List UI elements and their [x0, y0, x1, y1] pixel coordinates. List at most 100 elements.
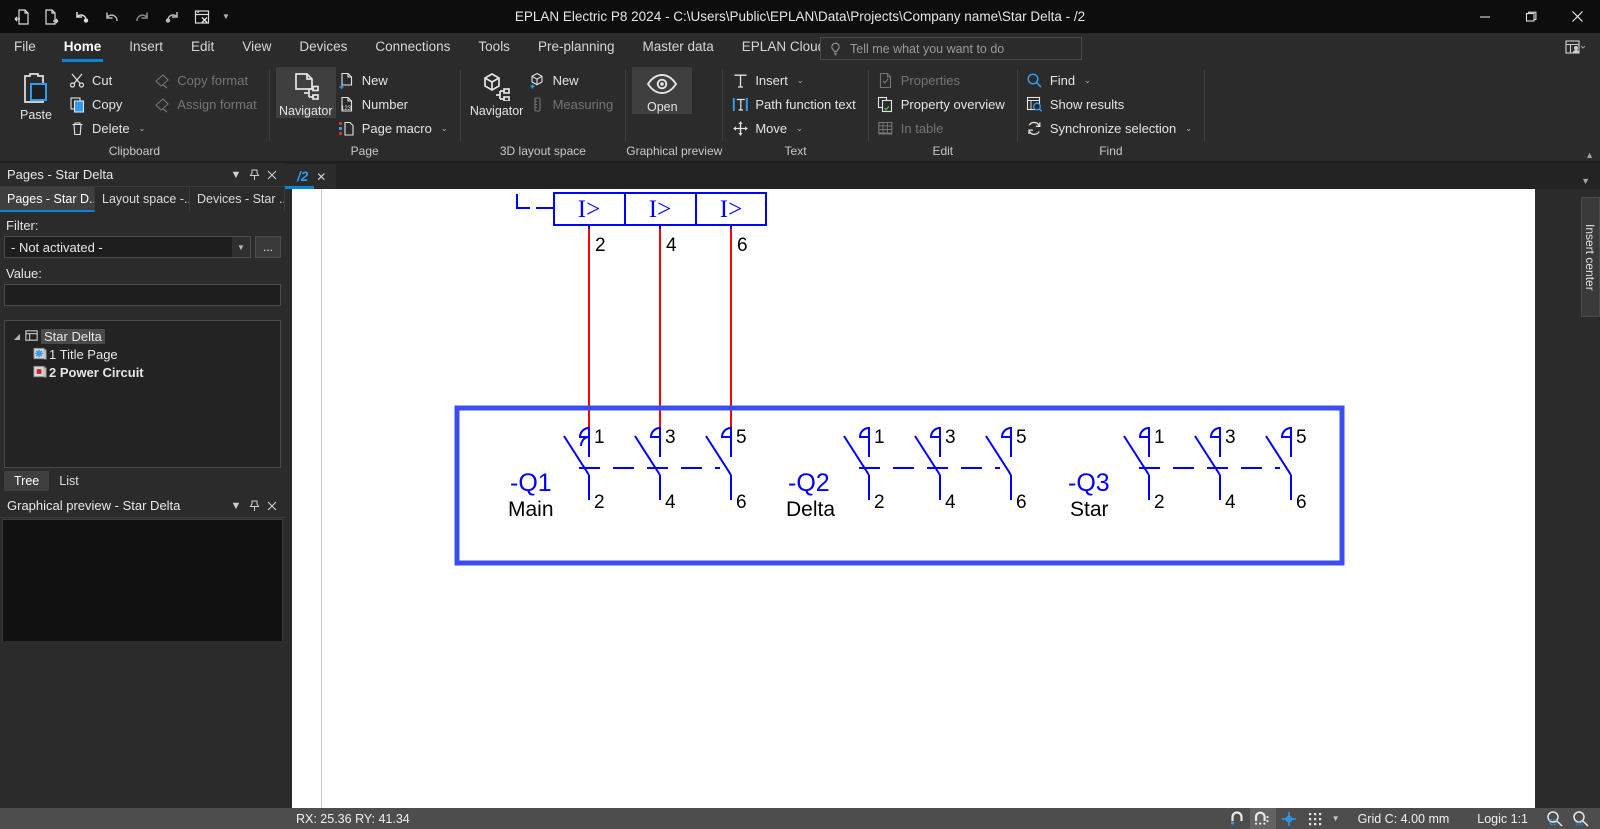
grid-caret-icon[interactable]: ▼ — [1328, 808, 1344, 829]
chevron-down-icon[interactable]: ⌄ — [139, 124, 146, 133]
ribbon-item-delete[interactable]: Delete ⌄ — [66, 117, 151, 139]
dock-tab-1[interactable]: Layout space -... — [95, 187, 191, 212]
ribbon-item-insert[interactable]: Insert ⌄ — [729, 69, 861, 91]
ribbon-item-label: Properties — [900, 72, 961, 88]
redo-icon[interactable] — [158, 4, 186, 30]
chevron-down-icon[interactable]: ⌄ — [441, 124, 448, 133]
ribbon-item-copy[interactable]: Copy — [66, 93, 151, 115]
maximize-button[interactable] — [1508, 0, 1554, 33]
chevron-down-icon[interactable]: ⌄ — [797, 76, 804, 85]
preview-menu-icon[interactable]: ▼ — [227, 496, 245, 516]
ribbon-button-navigator-2[interactable]: Navigator — [467, 67, 527, 118]
ribbon-item-column: New 123 Number Page macro ⌄ — [336, 67, 454, 139]
chevron-down-icon[interactable]: ⌄ — [796, 124, 803, 133]
pin-icon[interactable] — [245, 165, 263, 185]
snap-magnet-icon[interactable] — [1224, 808, 1250, 829]
ribbon-item-properties: Properties — [875, 69, 1011, 91]
account-icon[interactable] — [1558, 36, 1592, 60]
panel-close-icon[interactable] — [263, 165, 281, 185]
window-controls — [1462, 0, 1600, 33]
ribbon-button-open-3[interactable]: Open — [632, 67, 693, 114]
filter-more-button[interactable]: ... — [255, 236, 281, 258]
undo-arrow-icon[interactable] — [98, 4, 126, 30]
quick-access-more-icon[interactable]: ▼ — [218, 4, 234, 30]
grid-dots-icon[interactable] — [1302, 808, 1328, 829]
snap-grid-magnet-icon[interactable] — [1249, 808, 1276, 829]
ribbon-item-property-overview[interactable]: Property overview — [875, 93, 1011, 115]
redo-arrow-icon[interactable] — [128, 4, 156, 30]
ribbon-button-navigator-1[interactable]: Navigator — [275, 67, 336, 118]
ribbon-button-label: Navigator — [469, 104, 524, 118]
eplan-application-window: ▼ EPLAN Electric P8 2024 - C:\Users\Publ… — [0, 0, 1600, 829]
close-button[interactable] — [1554, 0, 1600, 33]
ribbon-item-new[interactable]: New — [336, 69, 454, 91]
tree-item-1-title-page[interactable]: 1 Title Page — [5, 345, 280, 363]
path-function-text-icon — [731, 95, 749, 113]
tree-item-star-delta[interactable]: ◢ Star Delta — [5, 327, 280, 345]
ribbon-item-move[interactable]: Move ⌄ — [729, 117, 861, 139]
zoom-region-icon[interactable] — [1542, 808, 1568, 829]
document-tab[interactable]: /2 ✕ — [285, 164, 337, 189]
tree-view-tab-tree[interactable]: Tree — [4, 471, 50, 491]
new-page-icon — [338, 71, 356, 89]
ribbon-button-paste-0[interactable]: Paste — [6, 67, 66, 122]
tab-overflow-icon[interactable]: ▼ — [1581, 176, 1600, 189]
ribbon-item-page-macro[interactable]: Page macro ⌄ — [336, 117, 454, 139]
close-project-icon[interactable] — [38, 4, 66, 30]
ribbon-tab-devices[interactable]: Devices — [285, 33, 361, 63]
expand-arrow-icon[interactable]: ◢ — [11, 332, 23, 341]
search-input[interactable]: Tell me what you want to do — [820, 37, 1082, 60]
preview-pin-icon[interactable] — [245, 496, 263, 516]
overload-relay-symbol: I> I> I> 2 4 6 — [516, 192, 767, 256]
pages-panel-header: Pages - Star Delta ▼ — [0, 163, 285, 187]
ribbon-tab-file[interactable]: File — [0, 33, 50, 63]
ribbon-item-measuring: Measuring — [527, 93, 620, 115]
tree-view-tabs: Tree List — [4, 471, 89, 491]
dock-tab-2[interactable]: Devices - Star ... — [190, 187, 285, 212]
paste-icon — [19, 71, 53, 105]
ribbon-item-find[interactable]: Find ⌄ — [1024, 69, 1198, 91]
chevron-down-icon[interactable]: ⌄ — [1084, 76, 1091, 85]
insert-center-tab[interactable]: Insert center — [1581, 197, 1600, 317]
ribbon-tab-pre-planning[interactable]: Pre-planning — [524, 33, 629, 63]
svg-text:6: 6 — [1016, 492, 1027, 513]
ribbon-item-cut[interactable]: Cut — [66, 69, 151, 91]
zoom-100-icon[interactable]: 100 — [1568, 808, 1594, 829]
ribbon-tab-edit[interactable]: Edit — [177, 33, 228, 63]
dock-tab-0[interactable]: Pages - Star D... — [0, 187, 95, 212]
ribbon-collapse-icon[interactable]: ▲ — [1585, 150, 1594, 160]
ribbon-tab-bar: File Home Insert Edit View Devices Connections… — [0, 33, 1600, 63]
ribbon-item-in-table: In table — [875, 117, 1011, 139]
ribbon-button-label: Navigator — [279, 104, 333, 118]
value-input[interactable] — [4, 284, 281, 306]
schematic-canvas[interactable]: I> I> I> 2 4 6 -Q1 Main 1 2 3 4 5 6 -Q2 … — [292, 189, 1535, 808]
cursor-coordinates: RX: 25.36 RY: 41.34 — [296, 811, 410, 826]
chevron-down-icon[interactable]: ▼ — [232, 237, 250, 257]
undo-icon[interactable] — [68, 4, 96, 30]
ribbon-item-path-function-text[interactable]: Path function text — [729, 93, 861, 115]
ribbon-tab-insert[interactable]: Insert — [115, 33, 177, 63]
preview-close-icon[interactable] — [263, 496, 281, 516]
ribbon-tab-home[interactable]: Home — [50, 33, 116, 63]
ribbon-tab-view[interactable]: View — [228, 33, 285, 63]
ribbon-tab-connections[interactable]: Connections — [361, 33, 464, 63]
tree-view-tab-list[interactable]: List — [49, 471, 88, 491]
minimize-button[interactable] — [1462, 0, 1508, 33]
ribbon-item-number[interactable]: 123 Number — [336, 93, 454, 115]
ribbon-tab-tools[interactable]: Tools — [464, 33, 524, 63]
ribbon-tab-master-data[interactable]: Master data — [629, 33, 728, 63]
ribbon-item-new[interactable]: New — [527, 69, 620, 91]
ribbon-group-edit: Properties Property overview In table Edit — [869, 63, 1017, 161]
chevron-down-icon[interactable]: ⌄ — [1185, 124, 1192, 133]
ribbon-item-synchronize-selection[interactable]: Synchronize selection ⌄ — [1024, 117, 1198, 139]
cancel-action-icon[interactable] — [188, 4, 216, 30]
document-tab-close-icon[interactable]: ✕ — [316, 170, 326, 184]
filter-select[interactable]: - Not activated - ▼ — [4, 236, 251, 258]
ribbon-item-label: Measuring — [552, 96, 614, 112]
crosshair-icon[interactable] — [1276, 808, 1302, 829]
pages-tree[interactable]: ◢ Star Delta 1 Title Page 2 Power Circuit — [4, 320, 281, 468]
tree-item-2-power-circuit[interactable]: 2 Power Circuit — [5, 363, 280, 381]
panel-menu-icon[interactable]: ▼ — [227, 165, 245, 185]
open-project-icon[interactable] — [8, 4, 36, 30]
ribbon-item-show-results[interactable]: Show results — [1024, 93, 1198, 115]
